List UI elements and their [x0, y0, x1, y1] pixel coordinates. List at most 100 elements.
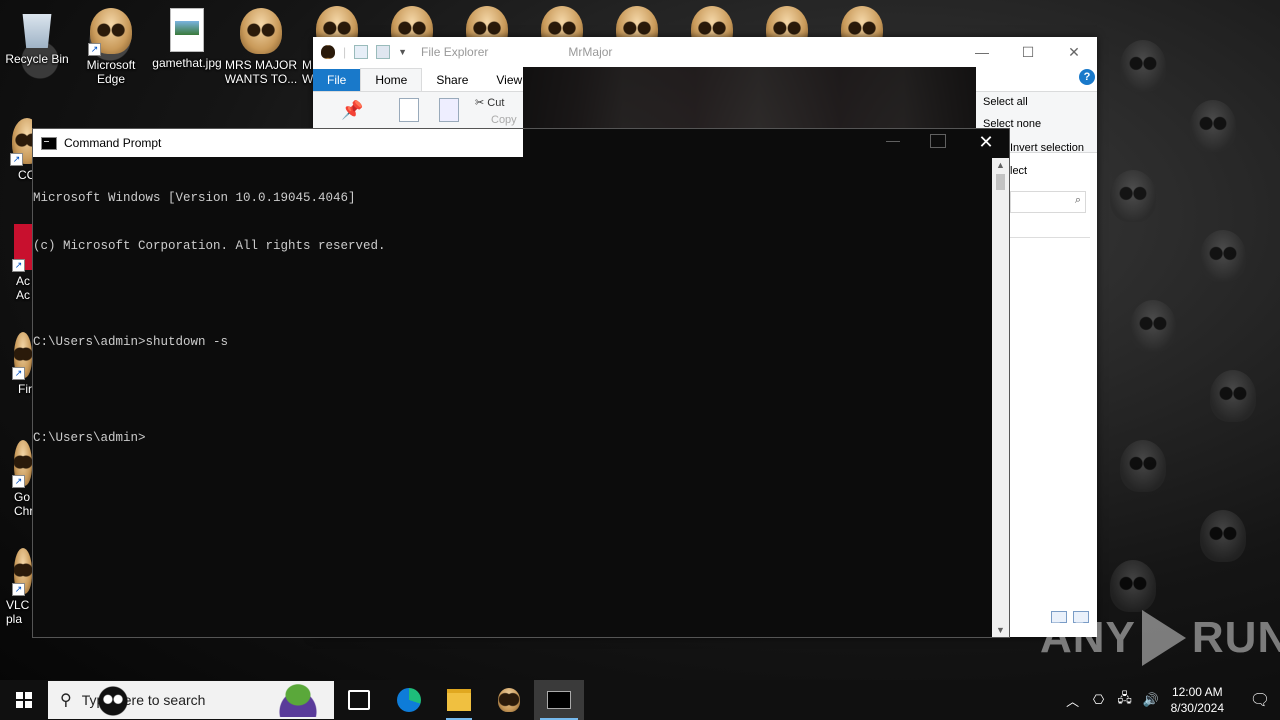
desktop-icon-vlc[interactable]: ↗ VLC pla [0, 548, 32, 626]
explorer-titlebar[interactable]: | ▼ File Explorer MrMajor — ☐ ✕ [313, 37, 1097, 67]
help-icon[interactable]: ? [1079, 69, 1095, 85]
tab-home[interactable]: Home [360, 68, 423, 91]
taskbar-edge[interactable] [384, 680, 434, 720]
desktop-icon-recycle-bin[interactable]: Recycle Bin [0, 8, 74, 66]
taskbar-command-prompt[interactable] [534, 680, 584, 720]
skull-icon [498, 688, 520, 712]
cmd-icon [41, 136, 57, 150]
task-view-icon [348, 690, 370, 710]
new-folder-icon[interactable] [376, 45, 391, 59]
console-line: C:\Users\admin>shutdown -s [33, 335, 229, 349]
explorer-search-input[interactable]: ⌕ [1010, 191, 1086, 213]
skull-icon: ↗ [12, 332, 32, 380]
minimize-button[interactable] [886, 141, 900, 142]
copy-path-button[interactable]: Copy [491, 114, 517, 126]
frankenstein-icon [272, 683, 324, 717]
console-line: C:\Users\admin> [33, 431, 146, 445]
cmd-console[interactable]: Microsoft Windows [Version 10.0.19045.40… [33, 158, 523, 478]
desktop-icon-microsoft-edge[interactable]: ↗ Microsoft Edge [74, 8, 148, 86]
minimize-button[interactable]: — [959, 37, 1005, 67]
scroll-down-icon[interactable]: ▼ [992, 625, 1009, 635]
taskbar-skull-app[interactable] [484, 680, 534, 720]
console-line: Microsoft Windows [Version 10.0.19045.40… [33, 191, 356, 205]
desktop-icon-label: Ac Ac [16, 274, 31, 302]
pin-icon[interactable]: 📌 [341, 100, 363, 121]
paste-icon[interactable] [439, 98, 459, 122]
desktop-icon-acrobat[interactable]: ↗ Ac Ac [0, 224, 32, 302]
watermark-left: ANY [1040, 613, 1136, 662]
clock-date: 8/30/2024 [1170, 701, 1224, 715]
cmd-scrollbar[interactable]: ▲ ▼ [992, 158, 1009, 637]
magnifier-icon: ⚲ [60, 692, 72, 709]
device-icon[interactable]: ⎔ [1089, 692, 1109, 708]
scroll-thumb[interactable] [996, 174, 1005, 190]
cmd-icon [547, 691, 571, 709]
cut-button[interactable]: ✂ Cut [475, 96, 504, 109]
skull-icon: ↗ [88, 8, 132, 56]
folder-icon [447, 689, 471, 711]
skull-icon [240, 8, 282, 54]
maximize-button[interactable] [930, 134, 946, 148]
command-prompt-window[interactable]: Command Prompt Microsoft Windows [Versio… [32, 128, 1010, 638]
separator: | [343, 45, 347, 59]
desktop-icon-label: Go Chr [14, 490, 32, 518]
quick-access-toolbar: | ▼ [321, 45, 407, 59]
select-button[interactable]: lect [1010, 165, 1027, 177]
desktop-icon-label: Recycle Bin [5, 52, 69, 66]
desktop-icon-ccleaner[interactable]: ↗ CCl [0, 118, 32, 182]
skull-icon: ↗ [12, 548, 32, 596]
select-all-button[interactable]: Select all [983, 96, 1028, 108]
wallpaper-skull [1120, 40, 1166, 92]
skull-icon: ↗ [10, 118, 32, 166]
taskbar-search-box[interactable]: ⚲ Type here to search [48, 681, 334, 719]
cmd-titlebar[interactable]: Command Prompt [33, 129, 523, 157]
close-button[interactable]: ✕ [1051, 37, 1097, 67]
edge-icon [397, 688, 421, 712]
explorer-title: File Explorer [421, 45, 489, 59]
anyrun-watermark: ANY RUN [1040, 610, 1280, 666]
skull-icon [321, 45, 335, 59]
maximize-button[interactable]: ☐ [1005, 37, 1051, 67]
watermark-right: RUN [1191, 613, 1280, 662]
close-icon[interactable]: ✕ [975, 132, 997, 152]
desktop-icon-firefox[interactable]: ↗ Fir [0, 332, 32, 396]
chevron-up-icon[interactable]: ︿ [1063, 691, 1083, 710]
tab-file[interactable]: File [313, 69, 361, 91]
wallpaper-skull [1200, 230, 1246, 282]
network-icon[interactable]: 🖧 [1115, 689, 1135, 711]
taskbar: ⚲ Type here to search ︿ ⎔ 🖧 🔊 12:00 AM 8… [0, 680, 1280, 720]
volume-icon[interactable]: 🔊 [1141, 692, 1161, 708]
wallpaper-skull [1120, 440, 1166, 492]
desktop-icon-gamethat[interactable]: gamethat.jpg [150, 8, 224, 70]
desktop-icon-label: MRS MAJOR WANTS TO... [224, 58, 298, 86]
explorer-window-controls: — ☐ ✕ [959, 37, 1097, 67]
copy-icon[interactable] [399, 98, 419, 122]
chevron-down-icon[interactable]: ▼ [398, 47, 407, 57]
clock-time: 12:00 AM [1171, 685, 1223, 699]
wallpaper-skull [1110, 560, 1156, 612]
skull-icon: ↗ [12, 440, 32, 488]
wallpaper-skull [1190, 100, 1236, 152]
wallpaper-skull [1130, 300, 1176, 352]
start-button[interactable] [0, 680, 48, 720]
shortcut-arrow-icon: ↗ [12, 583, 25, 596]
tab-share[interactable]: Share [422, 69, 482, 91]
system-tray: ︿ ⎔ 🖧 🔊 12:00 AM 8/30/2024 🗨 [1063, 680, 1280, 720]
notification-icon[interactable]: 🗨 [1240, 690, 1280, 710]
taskbar-file-explorer[interactable] [434, 680, 484, 720]
acrobat-icon: ↗ [12, 224, 32, 272]
invert-selection-button[interactable]: Invert selection [1010, 142, 1084, 154]
scroll-up-icon[interactable]: ▲ [992, 160, 1009, 170]
shortcut-arrow-icon: ↗ [12, 367, 25, 380]
shortcut-arrow-icon: ↗ [10, 153, 23, 166]
clock[interactable]: 12:00 AM 8/30/2024 [1171, 684, 1224, 716]
task-view-button[interactable] [334, 680, 384, 720]
properties-icon[interactable] [354, 45, 369, 59]
desktop-icon-chrome[interactable]: ↗ Go Chr [0, 440, 32, 518]
wallpaper-skull [1110, 170, 1156, 222]
desktop-icon-label: gamethat.jpg [152, 56, 222, 70]
console-line: (c) Microsoft Corporation. All rights re… [33, 239, 386, 253]
desktop-icon-mrs-major[interactable]: MRS MAJOR WANTS TO... [224, 8, 298, 86]
